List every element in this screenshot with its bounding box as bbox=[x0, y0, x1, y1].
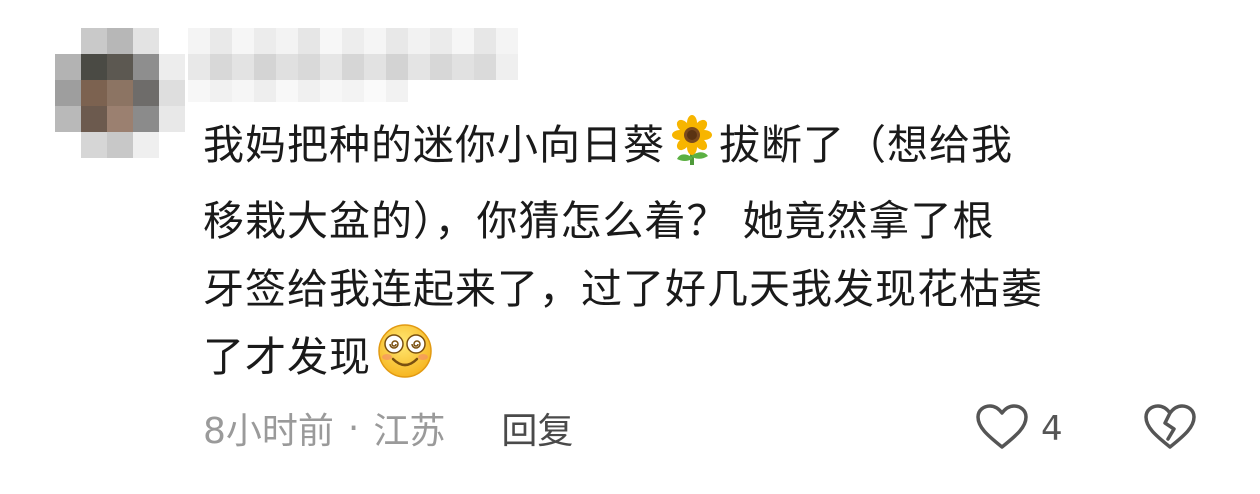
comment-text-line4: 了才发现 bbox=[203, 333, 371, 381]
comment-text: 我妈把种的迷你小向日葵 拔断了（想给我 移栽大盆的），你猜怎么着？ 她竟然拿了根… bbox=[203, 111, 1213, 399]
broken-heart-icon[interactable] bbox=[1143, 404, 1197, 455]
comment-text-line3: 牙签给我连起来了，过了好几天我发现花枯萎 bbox=[203, 265, 1043, 313]
reply-button[interactable]: 回复 bbox=[501, 402, 573, 454]
meta-separator: · bbox=[347, 407, 360, 449]
comment-text-line1b: 拔断了（想给我 bbox=[719, 121, 1013, 169]
comment-time: 8小时前 bbox=[203, 411, 334, 452]
like-button[interactable]: 4 bbox=[975, 403, 1063, 455]
sunflower-emoji-icon bbox=[669, 115, 715, 187]
avatar[interactable] bbox=[55, 28, 185, 158]
like-count: 4 bbox=[1041, 409, 1063, 449]
username-blurred[interactable] bbox=[188, 28, 518, 102]
comment-location: 江苏 bbox=[373, 411, 446, 452]
dizzy-smiley-emoji-icon bbox=[375, 323, 435, 399]
heart-outline-icon[interactable] bbox=[975, 403, 1029, 455]
comment-meta: 8小时前 · 江苏 回复 bbox=[203, 398, 573, 458]
dislike-button[interactable] bbox=[1143, 403, 1197, 455]
comment-text-line1a: 我妈把种的迷你小向日葵 bbox=[203, 121, 665, 169]
comment-text-line2: 移栽大盆的），你猜怎么着？ 她竟然拿了根 bbox=[203, 197, 995, 245]
